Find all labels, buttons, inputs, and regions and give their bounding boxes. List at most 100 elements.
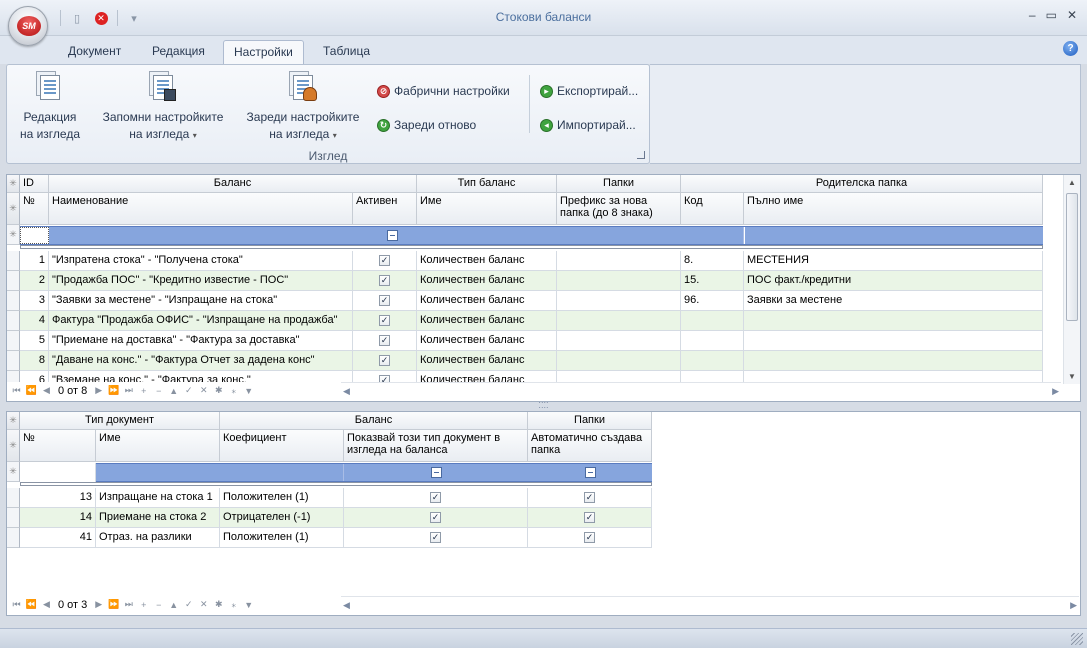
cell-coefficient[interactable]: Положителен (1): [220, 528, 344, 548]
load-view-settings-button[interactable]: Зареди настройките на изгледа ▾: [241, 71, 365, 144]
tab-settings[interactable]: Настройки: [223, 40, 304, 64]
next-page-icon[interactable]: ⏩: [106, 385, 121, 396]
cell-type-name[interactable]: Количествен баланс: [417, 331, 557, 351]
bookmark-icon[interactable]: ✱: [211, 599, 226, 610]
column-header-number[interactable]: №: [20, 193, 49, 225]
cell-code[interactable]: 15.: [681, 271, 744, 291]
cell-number[interactable]: 5: [20, 331, 49, 351]
cell-number[interactable]: 6: [20, 371, 49, 382]
delete-icon[interactable]: −: [151, 600, 166, 610]
column-header-number[interactable]: №: [20, 430, 96, 462]
cell-number[interactable]: 3: [20, 291, 49, 311]
checkbox[interactable]: ✓: [379, 275, 390, 286]
cell-show-in-view[interactable]: ✓: [344, 488, 528, 508]
prev-record-icon[interactable]: ◀: [39, 599, 54, 610]
append-icon[interactable]: +: [136, 600, 151, 610]
cell-type-name[interactable]: Количествен баланс: [417, 371, 557, 382]
cancel-icon[interactable]: ✕: [196, 599, 211, 610]
cell-code[interactable]: 96.: [681, 291, 744, 311]
cell-prefix[interactable]: [557, 251, 681, 271]
cell-full-name[interactable]: [744, 351, 1043, 371]
application-menu-button[interactable]: SM: [8, 6, 48, 46]
cell-number[interactable]: 2: [20, 271, 49, 291]
band-header-balance-type[interactable]: Тип баланс: [417, 175, 557, 193]
cell-code[interactable]: [681, 311, 744, 331]
next-page-icon[interactable]: ⏩: [106, 599, 121, 610]
column-header-full-name[interactable]: Пълно име: [744, 193, 1043, 225]
cell-prefix[interactable]: [557, 271, 681, 291]
filter-cell-name-coef[interactable]: [96, 464, 344, 481]
row-indicator[interactable]: [7, 508, 20, 528]
table-row[interactable]: 6 "Вземане на конс." - "Фактура за конс."…: [7, 371, 1043, 382]
column-header-auto-folder[interactable]: Автоматично създава папка: [528, 430, 652, 462]
cell-active[interactable]: ✓: [353, 271, 417, 291]
cell-full-name[interactable]: ПОС факт./кредитни: [744, 271, 1043, 291]
export-button[interactable]: ▸ Експортирай...: [540, 81, 638, 101]
cell-active[interactable]: ✓: [353, 331, 417, 351]
cell-prefix[interactable]: [557, 371, 681, 382]
scroll-left-icon[interactable]: ◀: [343, 386, 350, 397]
close-button[interactable]: ✕: [1067, 8, 1077, 22]
goto-bookmark-icon[interactable]: ⁎: [226, 385, 241, 396]
scroll-right-icon[interactable]: ▶: [1070, 600, 1077, 611]
filter-cell-code[interactable]: [681, 227, 744, 244]
cancel-icon[interactable]: ✕: [196, 385, 211, 396]
checkbox[interactable]: ✓: [379, 315, 390, 326]
resize-grip-icon[interactable]: [1071, 633, 1083, 645]
filter-cell-number[interactable]: [20, 463, 96, 482]
band-header-balance[interactable]: Баланс: [220, 412, 528, 430]
row-indicator[interactable]: [7, 528, 20, 548]
filter-checkbox-active[interactable]: [387, 230, 398, 241]
prev-record-icon[interactable]: ◀: [39, 385, 54, 396]
cell-type-name[interactable]: Количествен баланс: [417, 311, 557, 331]
table-row[interactable]: 41 Отраз. на разлики Положителен (1) ✓ ✓: [7, 528, 652, 548]
checkbox[interactable]: ✓: [379, 295, 390, 306]
cell-name[interactable]: "Заявки за местене" - "Изпращане на сток…: [49, 291, 353, 311]
cell-number[interactable]: 1: [20, 251, 49, 271]
cell-type-name[interactable]: Количествен баланс: [417, 351, 557, 371]
cell-active[interactable]: ✓: [353, 291, 417, 311]
next-record-icon[interactable]: ▶: [91, 385, 106, 396]
edit-icon[interactable]: ▲: [166, 600, 181, 610]
prev-page-icon[interactable]: ⏪: [24, 599, 39, 610]
splitter-handle[interactable]: ⁚⁚⁚⁚: [0, 402, 1087, 410]
import-button[interactable]: ◂ Импортирай...: [540, 115, 636, 135]
cell-show-in-view[interactable]: ✓: [344, 508, 528, 528]
cell-number[interactable]: 14: [20, 508, 96, 528]
factory-settings-button[interactable]: ⊘ Фабрични настройки: [377, 81, 510, 101]
last-page-icon[interactable]: ⏭: [121, 599, 136, 610]
bookmark-icon[interactable]: ✱: [211, 385, 226, 396]
delete-icon[interactable]: −: [151, 386, 166, 396]
checkbox[interactable]: ✓: [430, 492, 441, 503]
scroll-left-icon[interactable]: ◀: [343, 600, 350, 611]
cell-full-name[interactable]: МЕСТЕНИЯ: [744, 251, 1043, 271]
band-header-id[interactable]: ID: [20, 175, 49, 193]
cell-number[interactable]: 4: [20, 311, 49, 331]
cell-name[interactable]: "Продажба ПОС" - "Кредитно известие - ПО…: [49, 271, 353, 291]
scroll-right-icon[interactable]: ▶: [1052, 386, 1059, 397]
cell-prefix[interactable]: [557, 311, 681, 331]
cell-name[interactable]: Приемане на стока 2: [96, 508, 220, 528]
column-header-prefix[interactable]: Префикс за нова папка (до 8 знака): [557, 193, 681, 225]
tab-edit[interactable]: Редакция: [142, 40, 215, 64]
band-header-balance[interactable]: Баланс: [49, 175, 417, 193]
last-page-icon[interactable]: ⏭: [121, 385, 136, 396]
column-header-active[interactable]: Активен: [353, 193, 417, 225]
vertical-scrollbar[interactable]: ▲ ▼: [1063, 175, 1080, 384]
edit-icon[interactable]: ▲: [166, 386, 181, 396]
cell-type-name[interactable]: Количествен баланс: [417, 271, 557, 291]
cell-type-name[interactable]: Количествен баланс: [417, 291, 557, 311]
cell-active[interactable]: ✓: [353, 251, 417, 271]
auto-filter-row[interactable]: [96, 463, 652, 482]
cell-active[interactable]: ✓: [353, 371, 417, 382]
band-header-folders[interactable]: Папки: [557, 175, 681, 193]
cell-prefix[interactable]: [557, 291, 681, 311]
post-icon[interactable]: ✓: [181, 599, 196, 610]
filter-checkbox-auto[interactable]: [585, 467, 596, 478]
cell-auto-folder[interactable]: ✓: [528, 508, 652, 528]
cell-name[interactable]: Изпращане на стока 1: [96, 488, 220, 508]
next-record-icon[interactable]: ▶: [91, 599, 106, 610]
cell-name[interactable]: "Даване на конс." - "Фактура Отчет за да…: [49, 351, 353, 371]
scroll-thumb[interactable]: [1066, 193, 1078, 321]
checkbox[interactable]: ✓: [379, 335, 390, 346]
